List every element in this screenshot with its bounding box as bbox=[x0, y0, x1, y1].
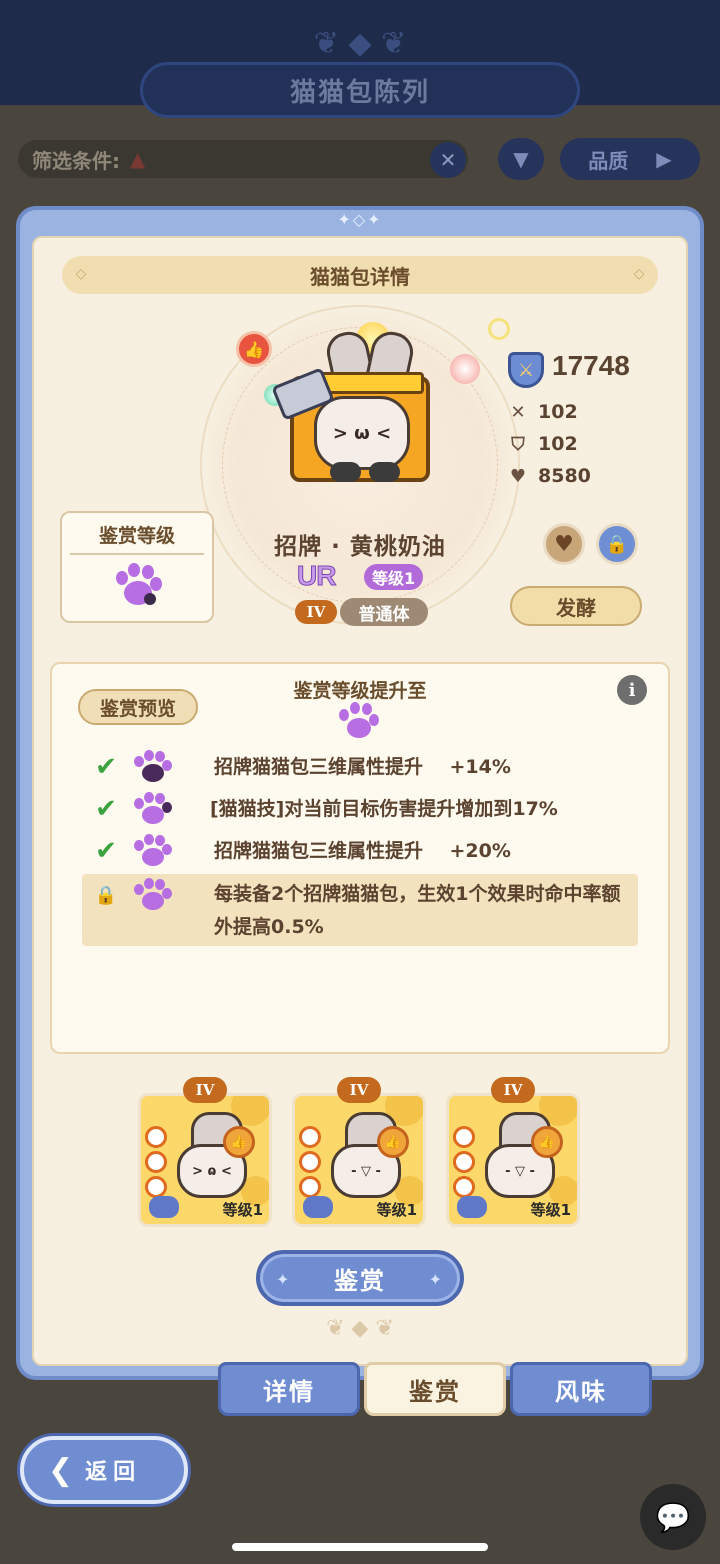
effect-text: [猫猫技]对当前目标伤害提升增加到17% bbox=[210, 798, 558, 820]
crest-ornament: ❦ ◆ ❦ bbox=[326, 1316, 394, 1341]
attack-value: 102 bbox=[538, 401, 578, 423]
paw-icon bbox=[134, 878, 174, 912]
cat-feet bbox=[330, 462, 400, 484]
sparkle-icon: ✦ bbox=[428, 1270, 444, 1289]
paw-icon bbox=[457, 1196, 487, 1218]
cat-slot-card[interactable]: > ɷ < 👍 等级1 bbox=[138, 1093, 272, 1227]
stat-defense: ⛉ 102 bbox=[506, 431, 578, 457]
paw-icon bbox=[134, 792, 174, 826]
defense-value: 102 bbox=[538, 433, 578, 455]
preview-tag: 鉴赏预览 bbox=[78, 689, 198, 725]
slot-level: 等级1 bbox=[376, 1201, 417, 1219]
close-icon: ✕ bbox=[430, 142, 466, 178]
back-button[interactable]: ❮ 返回 bbox=[20, 1436, 188, 1504]
filter-icon: ▼ bbox=[498, 138, 544, 180]
sparkle-icon: ✦ bbox=[276, 1270, 292, 1289]
check-icon: ✔ bbox=[95, 794, 117, 824]
orb-ring bbox=[488, 318, 510, 340]
star-circles bbox=[299, 1126, 325, 1198]
tab-details[interactable]: 详情 bbox=[218, 1362, 360, 1416]
star-circles bbox=[453, 1126, 479, 1198]
tier-badge: IV bbox=[491, 1077, 535, 1103]
crest-ornament: ❦ ◆ ❦ bbox=[313, 26, 407, 61]
rarity-badge: UR bbox=[296, 560, 336, 592]
heart-icon: ♥ bbox=[509, 465, 527, 487]
tier-badge: IV bbox=[337, 1077, 381, 1103]
paw-icon bbox=[134, 834, 174, 868]
medal-icon: 👍 bbox=[377, 1126, 409, 1158]
level-badge: 等级1 bbox=[364, 564, 424, 590]
effect-text: 招牌猫猫包三维属性提升 +20% bbox=[214, 840, 511, 862]
preview-title: 鉴赏等级提升至 bbox=[293, 680, 427, 702]
diamond-ornament-icon: ◇ bbox=[633, 266, 645, 282]
slot-level: 等级1 bbox=[530, 1201, 571, 1219]
chevron-right-icon: ▶ bbox=[656, 147, 672, 171]
power-value: 17748 bbox=[552, 350, 630, 381]
appraise-button-label: 鉴赏 bbox=[334, 1266, 386, 1295]
effect-row: ✔ 招牌猫猫包三维属性提升 +20% bbox=[82, 834, 638, 874]
hp-value: 8580 bbox=[538, 465, 591, 487]
appraisal-level-box: 鉴赏等级 bbox=[60, 511, 214, 623]
check-icon: ✔ bbox=[95, 836, 117, 866]
paw-icon bbox=[134, 750, 174, 784]
character-name: 招牌 · 黄桃奶油 bbox=[274, 534, 446, 560]
quality-label: 品质 bbox=[588, 148, 629, 173]
paw-icon bbox=[338, 702, 380, 744]
effect-row: ✔ [猫猫技]对当前目标伤害提升增加到17% bbox=[82, 792, 638, 832]
effect-text: 招牌猫猫包三维属性提升 +14% bbox=[214, 756, 511, 778]
shield-icon: ⛉ bbox=[511, 433, 525, 455]
cat-slot-card[interactable]: - ▽ - 👍 等级1 bbox=[292, 1093, 426, 1227]
effect-text: 每装备2个招牌猫猫包，生效1个效果时命中率额外提高0.5% bbox=[214, 883, 621, 938]
ferment-button[interactable]: 发酵 bbox=[510, 586, 642, 626]
orb-pink bbox=[450, 354, 480, 384]
tier-badge: IV bbox=[183, 1077, 227, 1103]
effect-row-locked: 🔒 每装备2个招牌猫猫包，生效1个效果时命中率额外提高0.5% bbox=[82, 874, 638, 946]
tier-badge: IV bbox=[295, 600, 337, 624]
diamond-ornament-icon: ◇ bbox=[75, 266, 87, 282]
medal-icon: 👍 bbox=[236, 331, 274, 375]
divider bbox=[70, 553, 204, 555]
back-button-label: 返回 bbox=[85, 1460, 142, 1485]
panel-title: 猫猫包详情 bbox=[310, 264, 410, 289]
body-type-badge: 普通体 bbox=[340, 598, 428, 626]
quality-sort-button: 品质 ▶ bbox=[560, 138, 700, 180]
appraise-button[interactable]: ✦ 鉴赏 ✦ bbox=[256, 1250, 464, 1306]
tab-appraisal[interactable]: 鉴赏 bbox=[364, 1362, 506, 1416]
character-portrait[interactable]: > ω < bbox=[270, 328, 450, 492]
stat-attack: ✕ 102 bbox=[506, 399, 578, 425]
paw-icon bbox=[149, 1196, 179, 1218]
paw-icon bbox=[303, 1196, 333, 1218]
filter-label: 筛选条件: bbox=[32, 148, 120, 173]
chat-icon[interactable]: 💬 bbox=[640, 1484, 706, 1550]
filter-bar: 筛选条件: ▲ bbox=[18, 140, 468, 178]
sword-icon: ✕ bbox=[510, 401, 526, 423]
home-indicator bbox=[232, 1543, 488, 1551]
info-icon[interactable]: i bbox=[617, 675, 647, 705]
paw-icon bbox=[114, 563, 162, 611]
cat-face: > ω < bbox=[314, 396, 410, 470]
lock-icon: 🔒 bbox=[94, 884, 118, 906]
screen-title: 猫猫包陈列 bbox=[140, 62, 580, 118]
back-arrow-icon: ❮ bbox=[48, 1452, 74, 1488]
slot-level: 等级1 bbox=[222, 1201, 263, 1219]
check-icon: ✔ bbox=[95, 752, 117, 782]
panel-header: ◇ 猫猫包详情 ◇ bbox=[62, 256, 658, 294]
appraisal-level-title: 鉴赏等级 bbox=[98, 525, 175, 547]
medal-icon: 👍 bbox=[531, 1126, 563, 1158]
star-circles bbox=[145, 1126, 171, 1198]
medal-icon: 👍 bbox=[223, 1126, 255, 1158]
cat-slot-card[interactable]: - ▽ - 👍 等级1 bbox=[446, 1093, 580, 1227]
lock-icon[interactable]: 🔒 bbox=[596, 523, 638, 565]
tree-icon: ▲ bbox=[130, 147, 146, 171]
stat-hp: ♥ 8580 bbox=[506, 463, 591, 489]
effect-row: ✔ 招牌猫猫包三维属性提升 +14% bbox=[82, 750, 638, 790]
power-shield-icon: ⚔ bbox=[508, 352, 544, 388]
tab-flavor[interactable]: 风味 bbox=[510, 1362, 652, 1416]
panel-ornament: ✦◇✦ bbox=[337, 210, 383, 229]
favorite-heart-icon[interactable]: ♥ bbox=[543, 523, 585, 565]
